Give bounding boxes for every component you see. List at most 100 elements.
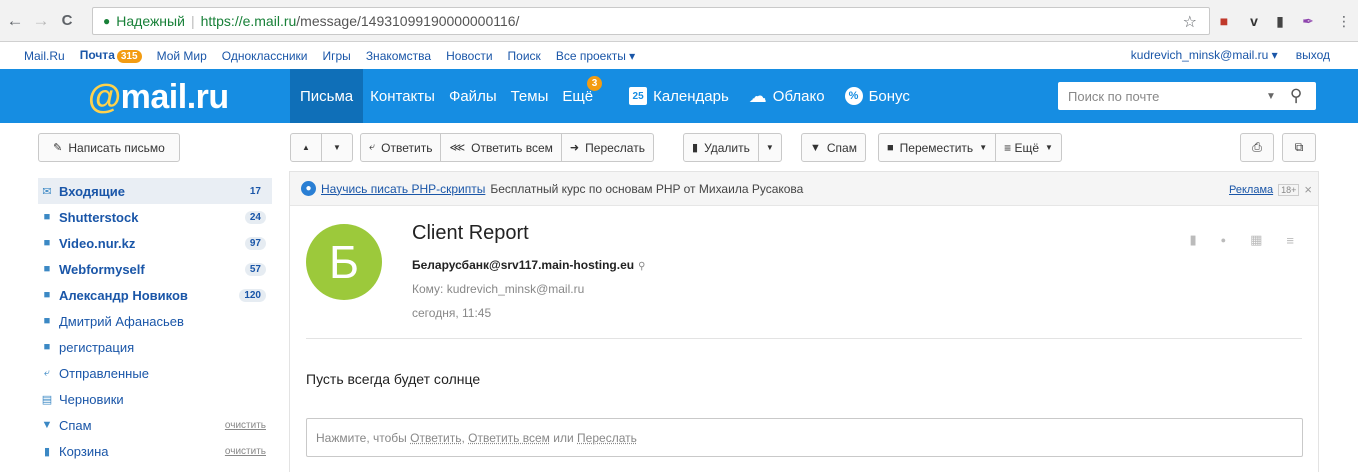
folder-label: Черновики bbox=[59, 391, 124, 407]
ad-link[interactable]: Научись писать PHP-скрипты bbox=[321, 182, 485, 196]
quick-reply-box[interactable]: Нажмите, чтобы Ответить, Ответить всем и… bbox=[306, 418, 1303, 457]
compose-label: Написать письмо bbox=[68, 140, 165, 155]
portal-link-all-projects[interactable]: Все проекты ▾ bbox=[556, 49, 635, 63]
folder-trash[interactable]: ▮ Корзина очистить bbox=[38, 438, 272, 464]
folder-drafts[interactable]: ▤ Черновики bbox=[38, 386, 272, 412]
logo-text: mail.ru bbox=[120, 78, 229, 116]
portal-link-ok[interactable]: Одноклассники bbox=[222, 49, 308, 63]
nav-files[interactable]: Файлы bbox=[442, 69, 504, 123]
nav-cloud[interactable]: ☁ Облако bbox=[742, 69, 832, 123]
envelope-icon: ✉ bbox=[42, 185, 52, 198]
delete-button[interactable]: ▮ Удалить bbox=[683, 133, 759, 162]
sender-address: Беларусбанк@srv117.main-hosting.eu bbox=[412, 258, 635, 272]
extension-face-icon[interactable]: ■ bbox=[1214, 11, 1234, 31]
extension-v-icon[interactable]: v bbox=[1244, 11, 1264, 31]
portal-link-mailru[interactable]: Mail.Ru bbox=[24, 49, 65, 63]
forward-button[interactable]: → bbox=[30, 10, 52, 32]
lock-icon: ● bbox=[103, 14, 111, 28]
nav-cloud-label: Облако bbox=[772, 87, 825, 105]
message-sender[interactable]: Беларусбанк@srv117.main-hosting.eu ⚲ bbox=[412, 258, 645, 272]
nav-calendar[interactable]: 25 Календарь bbox=[622, 69, 736, 123]
mailru-logo[interactable]: @mail.ru bbox=[88, 78, 229, 117]
portal-link-mail[interactable]: Почта 315 bbox=[80, 48, 142, 63]
more-badge: 3 bbox=[587, 76, 603, 91]
folder-spam[interactable]: ▼ Спам очистить bbox=[38, 412, 272, 438]
browser-menu-icon[interactable]: ⋮ bbox=[1334, 11, 1354, 31]
search-options-chevron-down-icon[interactable]: ▼ bbox=[1266, 91, 1276, 102]
folder-webformyself[interactable]: ■ Webformyself 57 bbox=[38, 256, 272, 282]
message-recipient: Кому: kudrevich_minsk@mail.ru bbox=[412, 282, 585, 296]
user-menu[interactable]: kudrevich_minsk@mail.ru ▾ bbox=[1131, 48, 1278, 62]
unread-count: 97 bbox=[244, 236, 266, 250]
quick-forward-link[interactable]: Переслать bbox=[577, 431, 637, 445]
menu-icon[interactable]: ≡ bbox=[1286, 233, 1294, 248]
portal-link-mymir[interactable]: Мой Мир bbox=[157, 49, 207, 63]
folder-dmitry-afanasiev[interactable]: ■ Дмитрий Афанасьев bbox=[38, 308, 272, 334]
cloud-icon: ☁ bbox=[748, 85, 767, 106]
address-separator: | bbox=[190, 13, 195, 29]
folder-registration[interactable]: ■ регистрация bbox=[38, 334, 272, 360]
folder-sent[interactable]: ⤶ Отправленные bbox=[38, 360, 272, 386]
bookmark-icon[interactable]: ▮ bbox=[1190, 232, 1197, 248]
folder-shutterstock[interactable]: ■ Shutterstock 24 bbox=[38, 204, 272, 230]
folder-video-nur-kz[interactable]: ■ Video.nur.kz 97 bbox=[38, 230, 272, 256]
clear-trash-link[interactable]: очистить bbox=[225, 446, 266, 457]
extension-badge-icon[interactable]: ▮ bbox=[1270, 11, 1290, 31]
address-bar[interactable]: ● Надежный | https://e.mail.ru/message/1… bbox=[92, 7, 1210, 35]
folder-label: Спам bbox=[59, 417, 92, 433]
move-label: Переместить bbox=[899, 140, 974, 155]
nav-letters[interactable]: Письма bbox=[290, 69, 364, 123]
next-message-button[interactable]: ▼ bbox=[321, 133, 353, 162]
portal-link-games[interactable]: Игры bbox=[323, 49, 351, 63]
close-icon[interactable]: × bbox=[1304, 182, 1312, 197]
clear-spam-link[interactable]: очистить bbox=[225, 420, 266, 431]
unread-count: 17 bbox=[249, 185, 261, 197]
unread-count: 57 bbox=[244, 262, 266, 276]
extension-pen-icon[interactable]: ✒ bbox=[1298, 11, 1318, 31]
ad-label[interactable]: Реклама bbox=[1229, 184, 1273, 196]
nav-bonus[interactable]: % Бонус bbox=[838, 69, 917, 123]
move-button[interactable]: ■ Переместить ▼ bbox=[878, 133, 997, 162]
fullscreen-button[interactable]: ⧉ bbox=[1282, 133, 1316, 162]
logout-link[interactable]: выход bbox=[1296, 48, 1330, 62]
unread-count: 120 bbox=[239, 288, 266, 302]
reload-button[interactable]: C bbox=[56, 10, 78, 32]
calendar-icon[interactable]: ▦ bbox=[1250, 232, 1262, 248]
nav-more[interactable]: Ещё 3 bbox=[555, 69, 603, 123]
portal-link-dating[interactable]: Знакомства bbox=[366, 49, 431, 63]
delete-group: ▮ Удалить ▼ bbox=[683, 133, 782, 162]
reply-button[interactable]: ⤶ Ответить bbox=[360, 133, 442, 162]
url-host: https://e.mail.ru bbox=[200, 13, 297, 29]
back-button[interactable]: ← bbox=[4, 10, 26, 32]
nav-contacts[interactable]: Контакты bbox=[363, 69, 442, 123]
search-icon[interactable]: ⚲ bbox=[638, 261, 645, 272]
print-button[interactable]: ⎙ bbox=[1240, 133, 1274, 162]
forward-button[interactable]: ➜ Переслать bbox=[560, 133, 654, 162]
unread-count: 24 bbox=[244, 210, 266, 224]
ad-text: Бесплатный курс по основам PHP от Михаил… bbox=[490, 181, 804, 196]
compose-button[interactable]: ✎ Написать письмо bbox=[38, 133, 180, 162]
search-icon[interactable]: ⚲ bbox=[1290, 86, 1302, 106]
portal-link-search[interactable]: Поиск bbox=[508, 49, 541, 63]
sent-arrow-icon: ⤶ bbox=[43, 366, 51, 379]
reply-all-button[interactable]: ⋘ Ответить всем bbox=[440, 133, 562, 162]
nav-themes[interactable]: Темы bbox=[504, 69, 556, 123]
more-actions-label: ≡ Ещё bbox=[1004, 140, 1039, 155]
quick-reply-link[interactable]: Ответить bbox=[410, 431, 461, 445]
header-divider bbox=[306, 338, 1302, 339]
folder-aleksandr-novikov[interactable]: ■ Александр Новиков 120 bbox=[38, 282, 272, 308]
globe-icon: ● bbox=[301, 181, 316, 196]
folder-icon: ■ bbox=[43, 289, 51, 301]
bookmark-star-icon[interactable]: ☆ bbox=[1183, 12, 1197, 32]
portal-link-news[interactable]: Новости bbox=[446, 49, 492, 63]
message-toolbar: ✎ Написать письмо ▲ ▼ ⤶ Ответить ⋘ Ответить… bbox=[0, 123, 1358, 171]
folder-inbox[interactable]: ✉ Входящие 17 bbox=[38, 178, 272, 204]
read-status-icon[interactable]: ● bbox=[1221, 235, 1226, 245]
move-chevron-down-icon: ▼ bbox=[979, 143, 988, 152]
quick-reply-all-link[interactable]: Ответить всем bbox=[468, 431, 550, 445]
delete-options-button[interactable]: ▼ bbox=[757, 133, 782, 162]
search-input[interactable] bbox=[1068, 88, 1248, 104]
more-actions-button[interactable]: ≡ Ещё ▼ bbox=[995, 133, 1062, 162]
prev-message-button[interactable]: ▲ bbox=[290, 133, 322, 162]
spam-button[interactable]: ▼ Спам bbox=[801, 133, 866, 162]
